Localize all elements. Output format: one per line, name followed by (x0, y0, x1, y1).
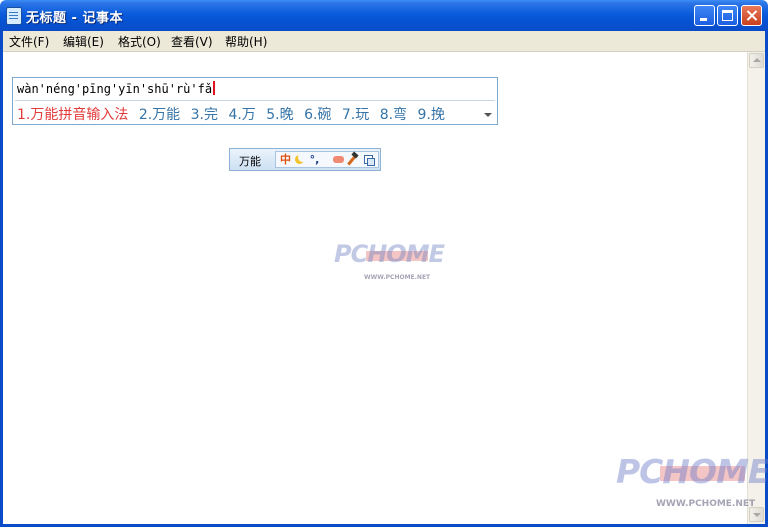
menu-file[interactable]: 文件(F) (9, 33, 49, 50)
ime-candidate[interactable]: 7.玩 (342, 107, 369, 123)
watermark-text: PCHOME (616, 452, 768, 491)
minimize-button[interactable] (694, 5, 715, 26)
maximize-button[interactable] (717, 5, 738, 26)
scroll-up-button[interactable] (749, 53, 764, 68)
ime-name-label: 万能 (239, 155, 261, 168)
notepad-icon (6, 7, 22, 25)
ime-candidate-window: wàn'néng'pīng'yīn'shū'rù'fǎ 1.万能拼音输入法 2.… (12, 77, 498, 125)
scroll-down-button[interactable] (749, 507, 764, 522)
ime-candidate[interactable]: 3.完 (191, 107, 218, 123)
menu-format[interactable]: 格式(O) (118, 33, 161, 50)
menu-edit[interactable]: 编辑(E) (63, 33, 104, 50)
title-bar[interactable]: 无标题 - 记事本 (0, 0, 768, 31)
watermark-logo: PCHOME WWW.PCHOME.NET (616, 452, 768, 514)
chinese-mode-icon[interactable]: 中 (279, 153, 292, 166)
window-title: 无标题 - 记事本 (26, 11, 123, 26)
punctuation-icon[interactable]: °, (308, 153, 321, 166)
ime-candidate[interactable]: 6.碗 (304, 107, 331, 123)
watermark-url: WWW.PCHOME.NET (656, 499, 756, 509)
ime-candidate[interactable]: 2.万能 (139, 107, 180, 123)
half-width-moon-icon[interactable] (293, 153, 307, 166)
ime-candidate[interactable]: 4.万 (228, 107, 255, 123)
ime-candidate[interactable]: 9.挽 (418, 107, 445, 123)
menu-help[interactable]: 帮助(H) (225, 33, 267, 50)
watermark-url: WWW.PCHOME.NET (364, 274, 431, 281)
ime-composition: wàn'néng'pīng'yīn'shū'rù'fǎ (17, 81, 216, 96)
ime-composition-text: wàn'néng'pīng'yīn'shū'rù'fǎ (17, 82, 213, 96)
ime-status-bar[interactable]: 万能 中 °, (229, 148, 381, 171)
ime-candidate[interactable]: 5.晚 (266, 107, 293, 123)
window-frame-left (0, 31, 3, 527)
ime-expand-arrow-icon[interactable] (484, 113, 492, 117)
ime-candidate-list: 1.万能拼音输入法 2.万能 3.完 4.万 5.晚 6.碗 7.玩 8.弯 9… (17, 104, 451, 124)
ime-candidate[interactable]: 8.弯 (380, 107, 407, 123)
ime-status-icons: 中 °, (275, 151, 379, 168)
menu-view[interactable]: 查看(V) (171, 33, 213, 50)
tools-icon[interactable] (346, 153, 359, 166)
soft-keyboard-icon[interactable] (332, 153, 345, 166)
ime-divider (15, 100, 495, 101)
close-button[interactable] (741, 5, 762, 26)
ime-candidate[interactable]: 1.万能拼音输入法 (17, 107, 128, 123)
menu-bar: 文件(F) 编辑(E) 格式(O) 查看(V) 帮助(H) (0, 31, 768, 52)
text-caret (213, 81, 216, 95)
watermark-text: PCHOME (334, 240, 445, 268)
menu-icon[interactable] (362, 153, 375, 166)
watermark-logo: PCHOME WWW.PCHOME.NET (334, 240, 445, 288)
